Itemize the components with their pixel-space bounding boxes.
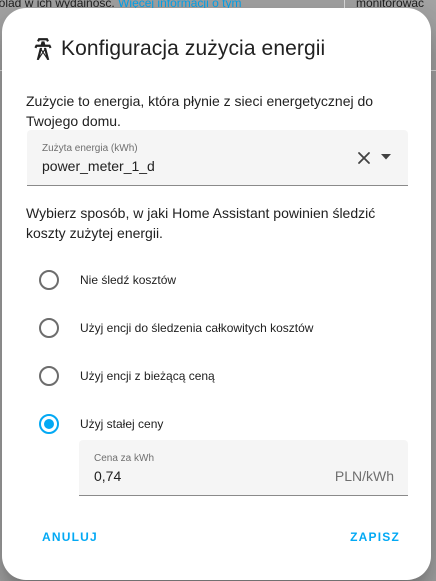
option-total-cost-entity[interactable]: Użyj encji do śledzenia całkowitych kosz… (39, 316, 313, 340)
radio-button[interactable] (39, 270, 59, 290)
save-button[interactable]: ZAPISZ (350, 530, 400, 544)
energy-config-dialog: Konfiguracja zużycia energii Zużycie to … (2, 8, 431, 580)
option-label: Użyj stałej ceny (80, 417, 164, 431)
option-no-cost-tracking[interactable]: Nie śledź kosztów (39, 268, 176, 292)
price-field-value[interactable]: 0,74 (94, 468, 121, 484)
radio-button[interactable] (39, 318, 59, 338)
option-label: Nie śledź kosztów (80, 273, 177, 287)
close-icon[interactable] (357, 151, 371, 165)
transmission-tower-icon (34, 38, 52, 60)
page-backdrop: wolad w ich wydainość. Więcej informacji… (0, 0, 436, 581)
option-fixed-price[interactable]: Użyj stałej ceny (39, 412, 163, 436)
cost-tracking-prompt: Wybierz sposób, w jaki Home Assistant po… (26, 205, 376, 241)
cancel-button[interactable]: ANULUJ (42, 530, 98, 544)
dialog-header: Konfiguracja zużycia energii (30, 34, 325, 64)
dialog-title: Konfiguracja zużycia energii (61, 37, 326, 60)
price-field-label: Cena za kWh (94, 453, 155, 464)
option-label: Użyj encji do śledzenia całkowitych kosz… (80, 321, 314, 335)
radio-button-checked[interactable] (39, 414, 59, 434)
option-current-price-entity[interactable]: Użyj encji z bieżącą ceną (39, 364, 215, 388)
energy-source-label: Zużyta energia (kWh) (42, 143, 138, 154)
price-field-unit: PLN/kWh (334, 468, 394, 484)
radio-button[interactable] (39, 366, 59, 386)
energy-source-value: power_meter_1_d (42, 158, 155, 174)
menu-down-icon[interactable] (381, 154, 391, 160)
dialog-description: Zużycie to energia, która płynie z sieci… (26, 93, 374, 129)
price-per-kwh-field[interactable]: Cena za kWh 0,74 PLN/kWh (79, 440, 408, 496)
option-label: Użyj encji z bieżącą ceną (80, 369, 215, 383)
energy-source-select[interactable]: Zużyta energia (kWh) power_meter_1_d (27, 130, 408, 186)
